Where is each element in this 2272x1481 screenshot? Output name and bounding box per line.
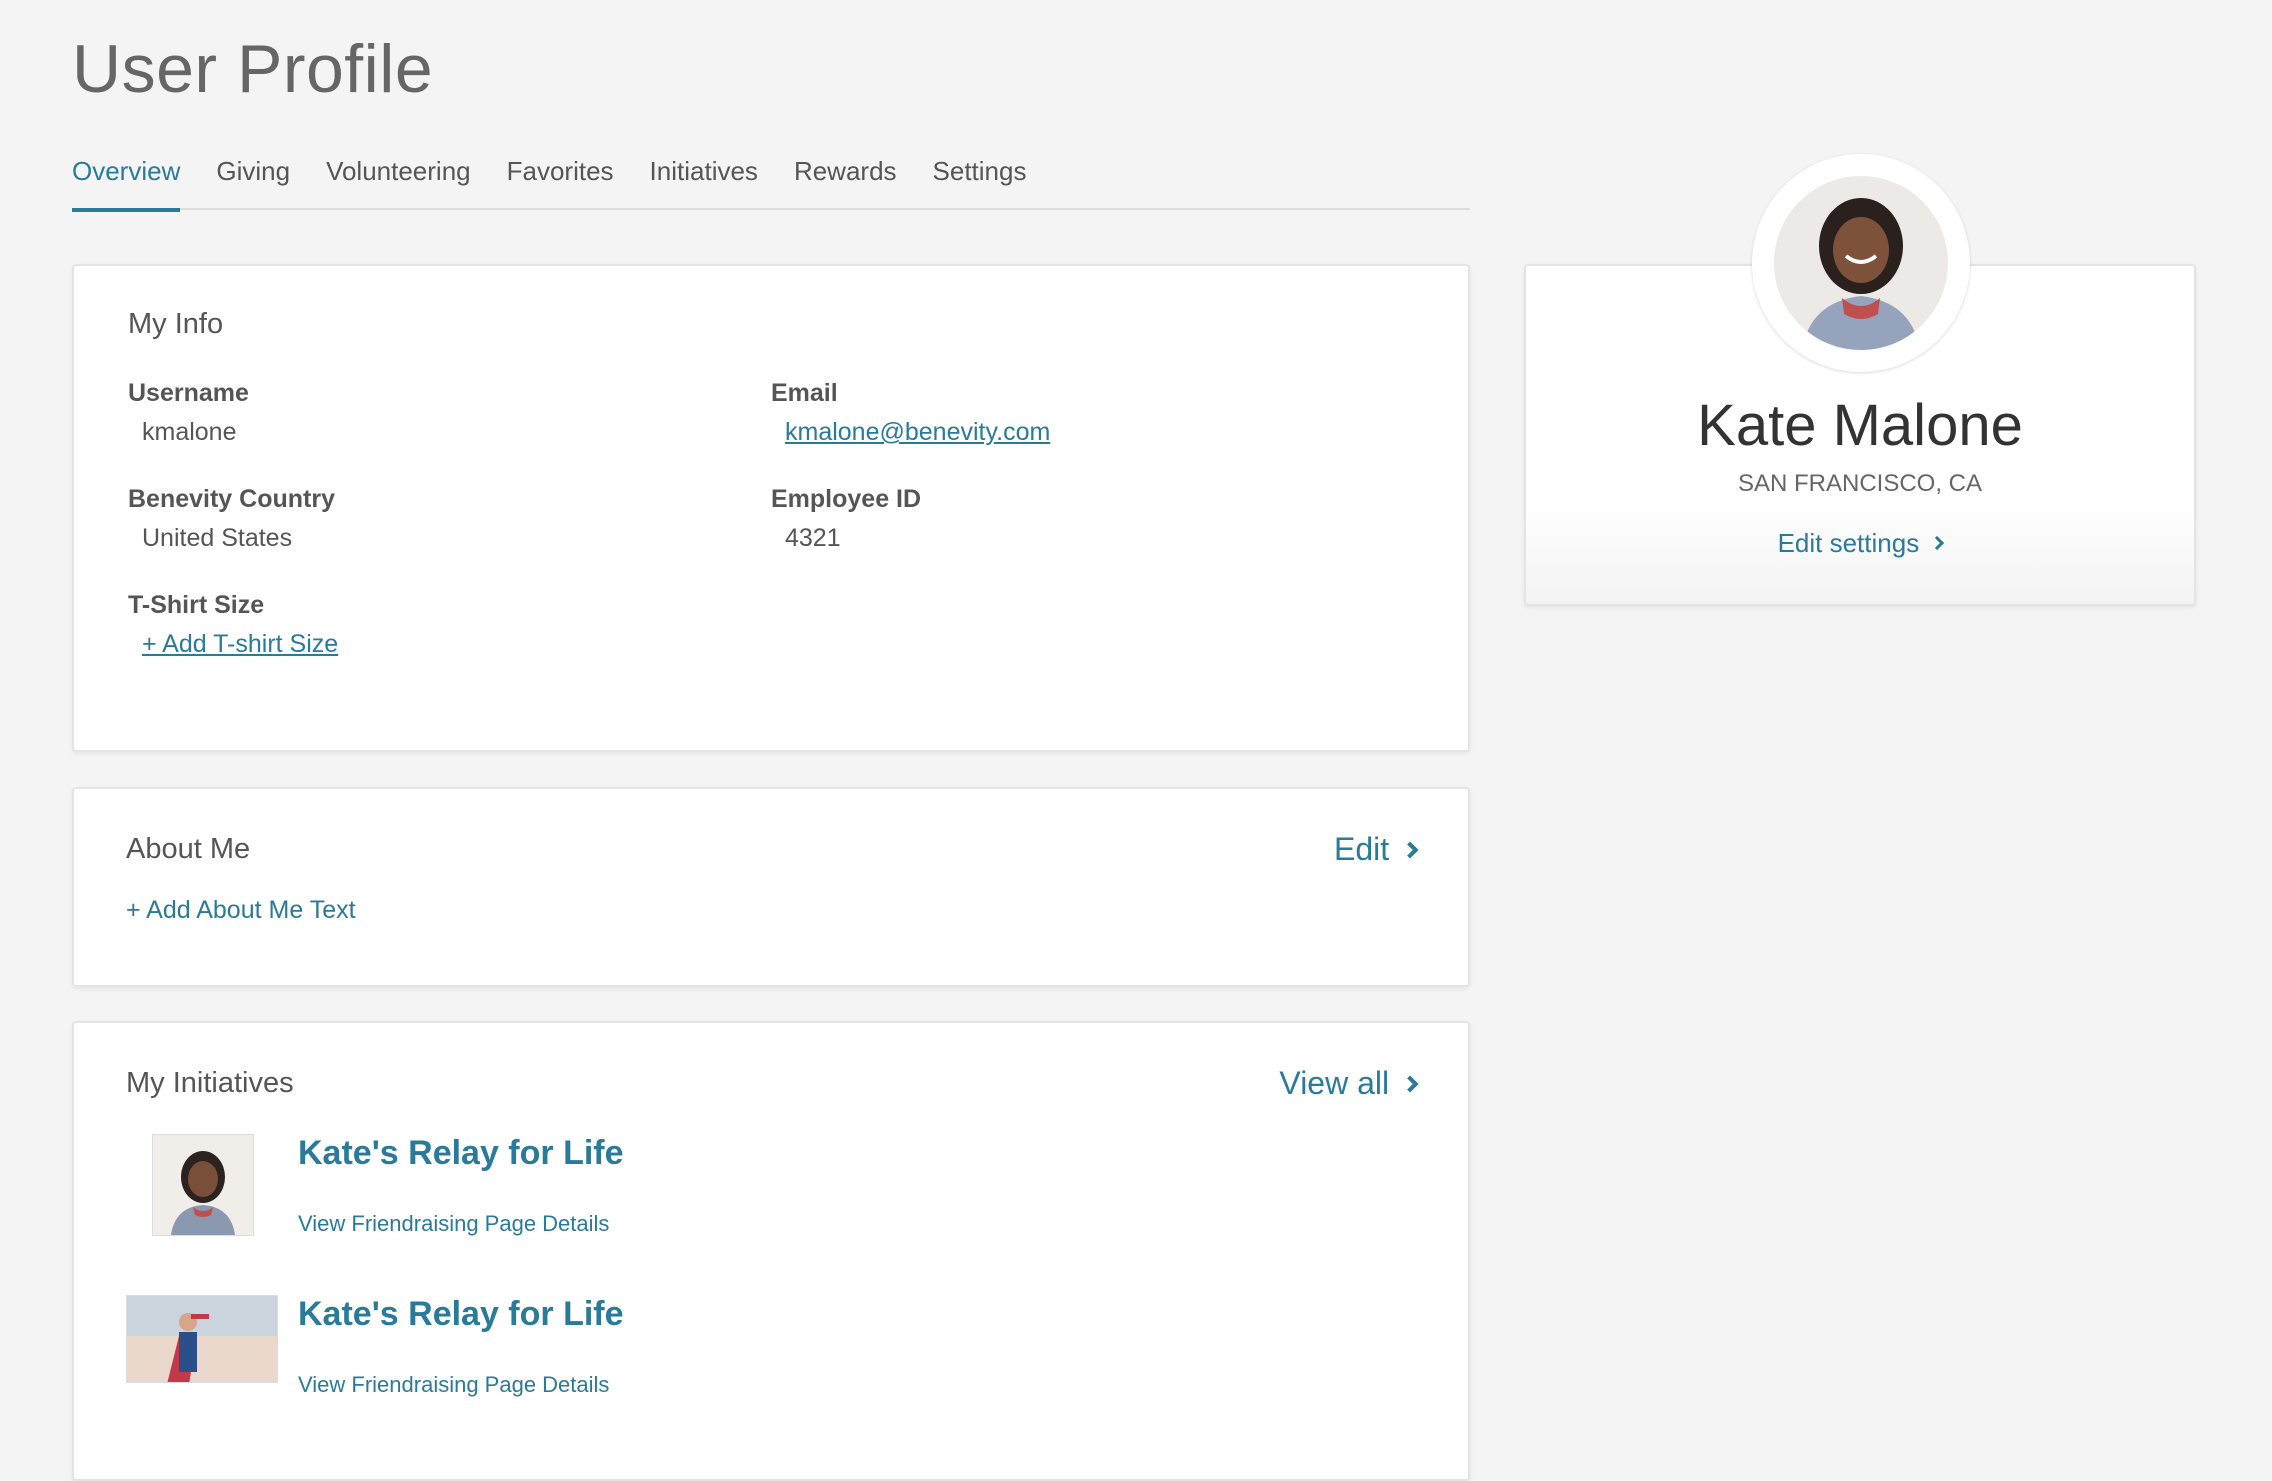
employee-id-field: Employee ID 4321 bbox=[771, 485, 1414, 553]
page-title: User Profile bbox=[72, 31, 434, 107]
username-label: Username bbox=[128, 379, 249, 407]
profile-last-name: Malone bbox=[1832, 393, 2023, 458]
employee-id-label: Employee ID bbox=[771, 485, 922, 513]
tab-initiatives[interactable]: Initiatives bbox=[650, 148, 758, 210]
my-initiatives-card: My Initiatives View all Kate's Relay for… bbox=[72, 1021, 1470, 1481]
about-me-edit-button[interactable]: Edit bbox=[1333, 831, 1419, 868]
initiative-item: Kate's Relay for Life View Friendraising… bbox=[126, 1295, 1416, 1398]
avatar[interactable] bbox=[1752, 154, 1970, 372]
my-info-card: My Info Username kmalone Email kmalone@b… bbox=[72, 264, 1470, 752]
employee-id-value: 4321 bbox=[785, 524, 841, 552]
country-field: Benevity Country United States bbox=[128, 485, 771, 553]
chevron-right-icon bbox=[1930, 536, 1945, 551]
profile-location: SAN FRANCISCO, CA bbox=[1737, 470, 1983, 497]
username-value: kmalone bbox=[142, 418, 237, 446]
username-field: Username kmalone bbox=[128, 379, 771, 447]
avatar-image bbox=[1774, 176, 1948, 350]
child-hero-image bbox=[127, 1296, 277, 1382]
country-value: United States bbox=[142, 524, 293, 552]
initiative-details-link[interactable]: View Friendraising Page Details bbox=[298, 1372, 624, 1398]
initiative-thumbnail[interactable] bbox=[126, 1295, 278, 1383]
about-me-card: About Me Edit + Add About Me Text bbox=[72, 787, 1470, 987]
edit-settings-link[interactable]: Edit settings bbox=[1777, 528, 1945, 558]
email-label: Email bbox=[771, 379, 838, 407]
chevron-right-icon bbox=[1401, 1075, 1419, 1093]
chevron-right-icon bbox=[1401, 841, 1419, 859]
tshirt-field: T-Shirt Size + Add T-shirt Size bbox=[128, 591, 771, 659]
tab-settings[interactable]: Settings bbox=[933, 148, 1027, 210]
about-me-title: About Me bbox=[126, 833, 251, 865]
add-about-me-link[interactable]: + Add About Me Text bbox=[126, 896, 1416, 925]
portrait-image bbox=[153, 1135, 253, 1235]
view-all-label: View all bbox=[1279, 1065, 1390, 1101]
about-me-edit-label: Edit bbox=[1333, 831, 1390, 867]
tab-giving[interactable]: Giving bbox=[216, 148, 290, 210]
profile-first-name: Kate bbox=[1697, 393, 1817, 458]
initiative-details-link[interactable]: View Friendraising Page Details bbox=[298, 1211, 624, 1237]
my-initiatives-title: My Initiatives bbox=[126, 1067, 294, 1099]
view-all-button[interactable]: View all bbox=[1279, 1065, 1419, 1102]
tshirt-label: T-Shirt Size bbox=[128, 591, 265, 619]
profile-tabs: Overview Giving Volunteering Favorites I… bbox=[72, 148, 1470, 212]
profile-name: Kate Malone bbox=[1526, 392, 2194, 459]
edit-settings-label: Edit settings bbox=[1777, 528, 1920, 558]
tab-volunteering[interactable]: Volunteering bbox=[326, 148, 471, 210]
my-info-title: My Info bbox=[128, 308, 224, 340]
email-field: Email kmalone@benevity.com bbox=[771, 379, 1414, 447]
email-link[interactable]: kmalone@benevity.com bbox=[785, 418, 1050, 446]
tab-favorites[interactable]: Favorites bbox=[507, 148, 614, 210]
tab-overview[interactable]: Overview bbox=[72, 148, 181, 212]
country-label: Benevity Country bbox=[128, 485, 335, 513]
initiative-title[interactable]: Kate's Relay for Life bbox=[298, 1134, 624, 1173]
add-tshirt-link[interactable]: + Add T-shirt Size bbox=[142, 630, 338, 658]
initiative-item: Kate's Relay for Life View Friendraising… bbox=[126, 1134, 1416, 1237]
initiative-thumbnail[interactable] bbox=[152, 1134, 254, 1236]
initiative-title[interactable]: Kate's Relay for Life bbox=[298, 1295, 624, 1334]
tab-rewards[interactable]: Rewards bbox=[794, 148, 897, 210]
